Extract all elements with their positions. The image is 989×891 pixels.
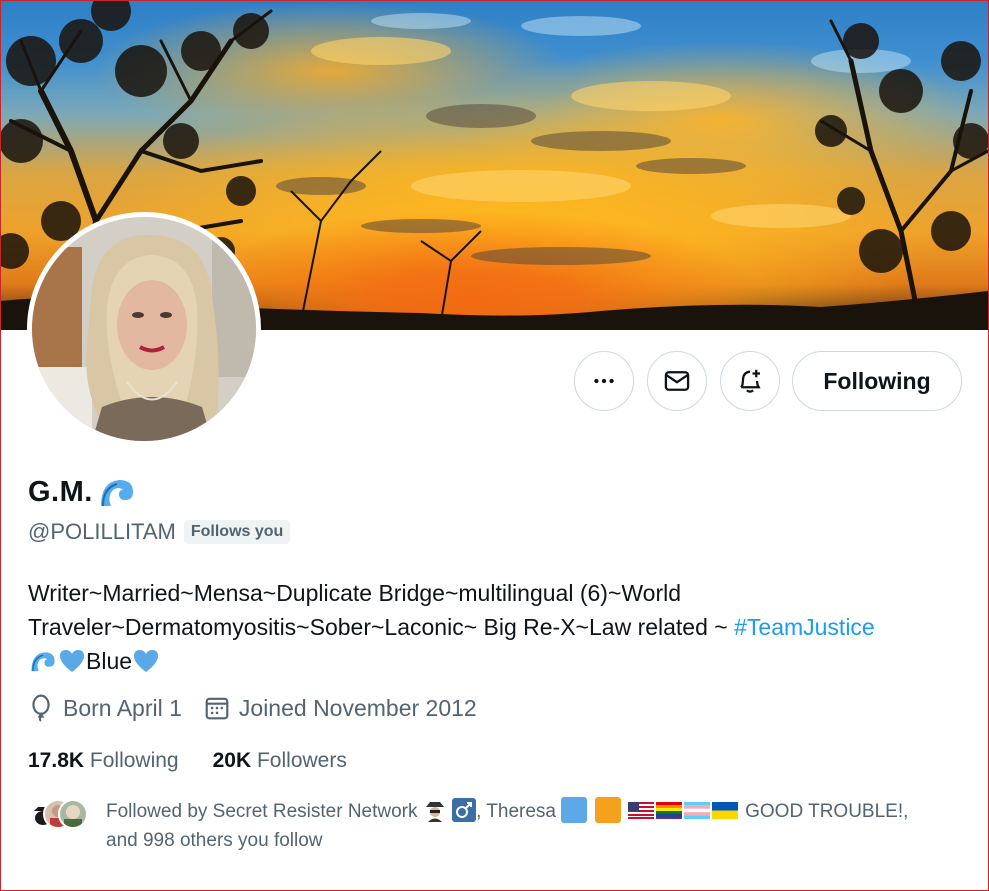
water-wave-icon [31,652,55,672]
handle-row: @POLILLITAM Follows you [28,519,291,545]
water-wave-icon [97,476,136,508]
ukraine-flag-icon [711,802,738,819]
followers-count: 20K [212,749,252,772]
calendar-icon [205,697,229,720]
followed-by-text: Followed by Secret Resister Network , Th… [106,797,966,855]
following-button[interactable]: Following [792,351,962,411]
more-button[interactable] [574,351,634,411]
notifications-button[interactable] [720,351,780,411]
bio-line-3-text: Blue [86,648,133,674]
followers-label: Followers [256,749,347,772]
followed-by-prefix: Followed by Secret Resister Network [106,801,418,822]
transgender-flag-icon [683,802,710,819]
hashtag-link[interactable]: #TeamJustice [734,614,875,640]
followers-count-link[interactable]: 20K Followers [213,749,347,773]
profile-avatar[interactable] [27,212,261,446]
more-icon [594,378,614,384]
orange-square-icon [594,797,621,823]
mutual-avatar-3 [58,799,88,829]
bio-line-3: Blue [28,644,968,678]
followed-by-theresa: , Theresa [476,801,556,822]
birthday-text: Born April 1 [63,694,182,721]
us-flag-icon [627,802,654,819]
mail-icon [664,371,690,391]
rainbow-flag-icon [655,802,682,819]
joined-item: Joined November 2012 [204,695,477,722]
blue-heart-icon [60,650,84,672]
bio-line-2-text: Traveler~Dermatomyositis~Sober~Laconic~ … [28,614,735,640]
message-button[interactable] [647,351,707,411]
followed-by-suffix: GOOD TROUBLE!, [745,801,909,822]
mutual-avatars [28,797,90,831]
bio-line-1: Writer~Married~Mensa~Duplicate Bridge~mu… [28,580,682,606]
spy-icon [425,802,444,822]
balloon-icon [32,694,50,722]
joined-text: Joined November 2012 [238,694,477,721]
followed-by-line2: and 998 others you follow [106,830,323,851]
blue-square-icon [561,797,588,823]
male-sign-icon [452,798,477,822]
bio-line-2: Traveler~Dermatomyositis~Sober~Laconic~ … [28,610,968,644]
blue-heart-icon [134,650,159,672]
profile-bio: Writer~Married~Mensa~Duplicate Bridge~mu… [28,576,968,678]
follows-you-badge: Follows you [183,520,291,544]
follow-counts: 17.8K Following 20K Followers [28,749,381,773]
following-label: Following [89,749,179,772]
user-handle: @POLILLITAM [28,519,176,544]
birthday-item: Born April 1 [28,694,182,722]
display-name: G.M. [28,474,137,510]
bell-plus-icon [740,369,761,393]
following-count: 17.8K [28,749,85,772]
following-count-link[interactable]: 17.8K Following [28,749,179,773]
profile-meta: Born April 1 Joined November 2012 [28,694,499,722]
followed-by-section[interactable]: Followed by Secret Resister Network , Th… [28,797,966,855]
display-name-text: G.M. [28,475,93,508]
